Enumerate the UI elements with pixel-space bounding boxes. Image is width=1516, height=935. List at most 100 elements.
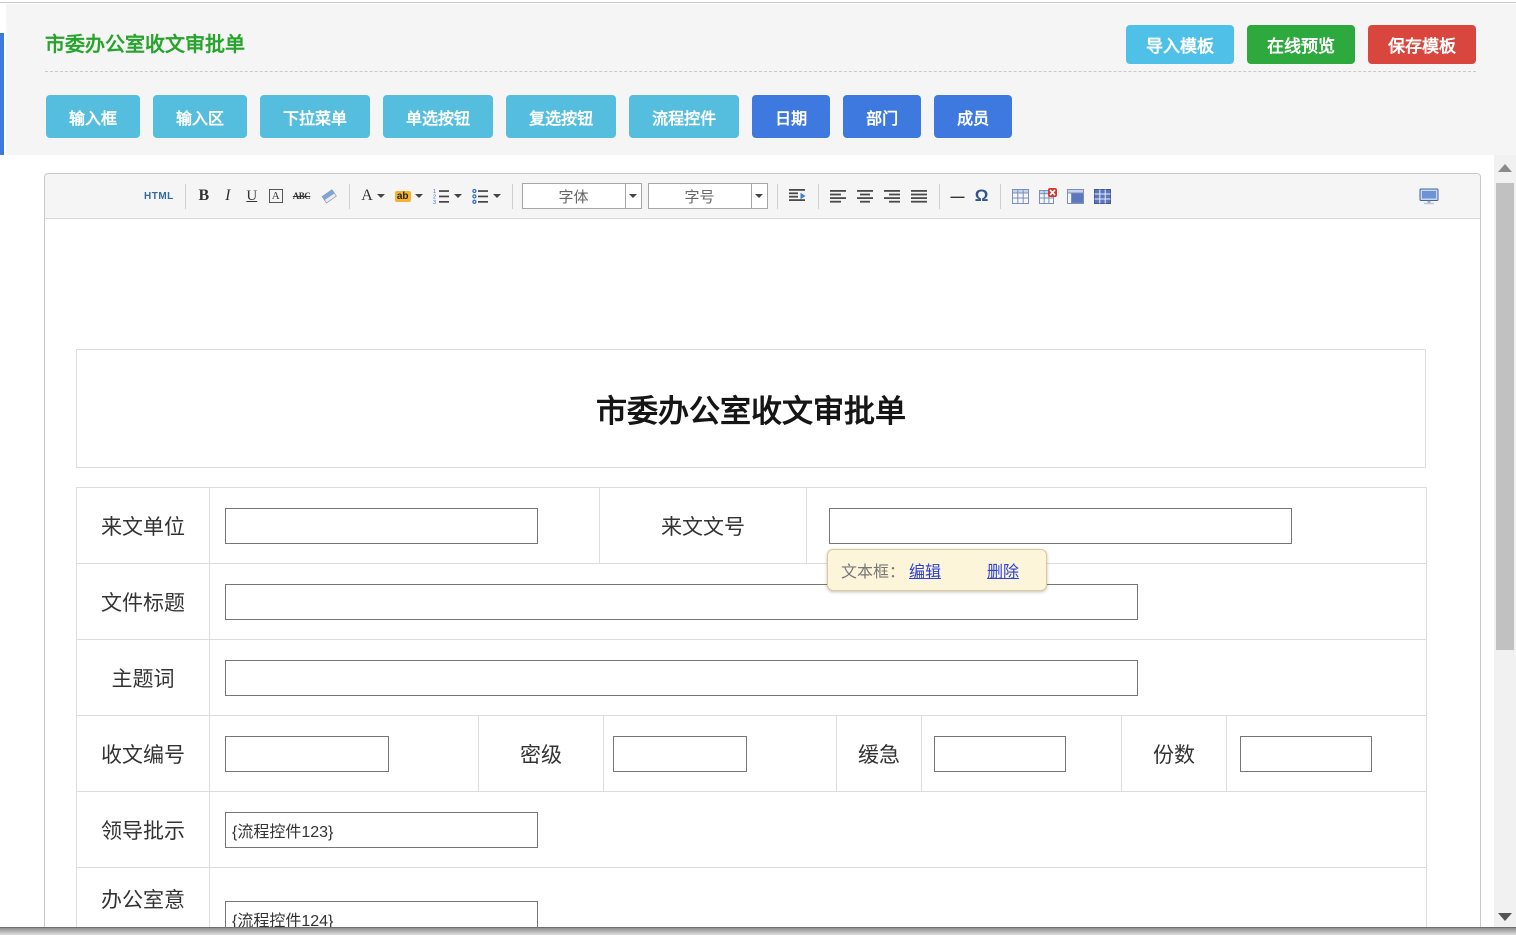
table-row: 主题词 [77,640,1427,716]
left-edge-fragment [0,33,4,155]
align-left-icon[interactable] [825,182,852,210]
chevron-down-icon [377,194,385,198]
unordered-list-icon[interactable] [467,182,506,210]
control-buttons: 输入框 输入区 下拉菜单 单选按钮 复选按钮 流程控件 日期 部门 成员 [46,95,1012,138]
form-title-box: 市委办公室收文审批单 [76,349,1426,468]
table-row: 领导批示 [77,792,1427,868]
tooltip-label: 文本框： [841,558,905,582]
label-leader-instructions: 领导批示 [77,792,210,868]
member-button[interactable]: 成员 [934,95,1012,138]
import-template-button[interactable]: 导入模板 [1126,25,1234,64]
scrollbar-thumb[interactable] [1496,183,1514,650]
receipt-number-input[interactable] [225,736,389,772]
label-secrecy-level: 密级 [479,716,604,792]
department-button[interactable]: 部门 [843,95,921,138]
align-center-icon[interactable] [852,182,879,210]
font-size-select[interactable]: 字号 [648,183,768,209]
toolbar-separator [185,184,186,209]
label-source-unit: 来文单位 [77,488,210,564]
toolbar-separator [349,184,350,209]
dropdown-button[interactable]: 下拉菜单 [260,95,370,138]
special-character-icon[interactable]: Ω [970,182,994,210]
cell-leader-instructions [210,792,1427,868]
table-row: 办公室意 [77,868,1427,935]
html-source-icon[interactable]: HTML [139,182,179,210]
cell-receipt-number [210,716,479,792]
page-title: 市委办公室收文审批单 [45,28,245,57]
insert-table-icon[interactable] [1007,182,1034,210]
strikethrough-icon[interactable]: ABC [288,182,316,210]
flow-control-button[interactable]: 流程控件 [629,95,739,138]
input-box-button[interactable]: 输入框 [46,95,140,138]
bottom-edge-bar [0,927,1516,935]
editor-content[interactable]: 市委办公室收文审批单 来文单位 来文文号 文件标题 [45,219,1480,935]
online-preview-button[interactable]: 在线预览 [1247,25,1355,64]
table-row: 文件标题 [77,564,1427,640]
input-area-button[interactable]: 输入区 [153,95,247,138]
cell-subject-words [210,640,1427,716]
toolbar-separator [1000,184,1001,209]
label-document-title: 文件标题 [77,564,210,640]
align-justify-icon[interactable] [906,182,933,210]
scroll-up-arrow-icon[interactable] [1498,164,1512,172]
font-family-select[interactable]: 字体 [522,183,642,209]
subject-words-input[interactable] [225,660,1138,696]
toolbar-separator [777,184,778,209]
chevron-down-icon [625,184,641,208]
horizontal-rule-icon[interactable]: — [946,182,970,210]
urgency-input[interactable] [934,736,1066,772]
document-number-input[interactable] [829,508,1292,544]
font-attribute-icon[interactable]: A [264,182,288,210]
cell-copies [1227,716,1427,792]
chevron-down-icon [415,194,423,198]
font-color-icon[interactable]: A [356,182,390,210]
bold-icon[interactable]: B [192,182,216,210]
dashed-divider [45,71,1476,72]
date-button[interactable]: 日期 [752,95,830,138]
rich-text-editor: HTML B I U A ABC A ab 123 字体 [44,173,1481,935]
secrecy-level-input[interactable] [613,736,747,772]
header: 市委办公室收文审批单 导入模板 在线预览 保存模板 输入框 输入区 下拉菜单 单… [6,4,1516,155]
header-actions: 导入模板 在线预览 保存模板 [1126,25,1476,64]
editor-toolbar: HTML B I U A ABC A ab 123 字体 [45,174,1480,219]
table-cell-props-icon[interactable] [1089,182,1116,210]
cell-office-opinion [210,868,1427,935]
radio-button[interactable]: 单选按钮 [383,95,493,138]
cell-urgency [922,716,1122,792]
chevron-down-icon [454,194,462,198]
cell-source-unit [210,488,600,564]
scroll-down-arrow-icon[interactable] [1498,913,1512,921]
svg-text:3: 3 [433,200,436,204]
label-document-number: 来文文号 [600,488,807,564]
checkbox-button[interactable]: 复选按钮 [506,95,616,138]
label-urgency: 缓急 [837,716,922,792]
chevron-down-icon [493,194,501,198]
fullscreen-monitor-icon[interactable] [1414,182,1444,210]
indent-icon[interactable] [784,182,812,210]
delete-table-icon[interactable] [1034,182,1062,210]
eraser-icon[interactable] [315,182,343,210]
page: 市委办公室收文审批单 导入模板 在线预览 保存模板 输入框 输入区 下拉菜单 单… [0,0,1516,935]
source-unit-input[interactable] [225,508,538,544]
toolbar-separator [818,184,819,209]
toolbar-separator [512,184,513,209]
delete-link[interactable]: 删除 [987,558,1019,582]
edit-link[interactable]: 编辑 [909,558,941,582]
label-copies: 份数 [1122,716,1227,792]
vertical-scrollbar[interactable] [1494,155,1516,935]
textbox-tooltip: 文本框： 编辑 删除 [827,549,1047,591]
leader-instructions-input[interactable] [225,812,538,848]
copies-input[interactable] [1240,736,1372,772]
top-divider [0,2,1516,3]
chevron-down-icon [751,184,767,208]
save-template-button[interactable]: 保存模板 [1368,25,1476,64]
italic-icon[interactable]: I [216,182,240,210]
merge-cells-icon[interactable] [1062,182,1089,210]
align-right-icon[interactable] [879,182,906,210]
cell-secrecy-level [604,716,837,792]
underline-icon[interactable]: U [240,182,264,210]
ordered-list-icon[interactable]: 123 [428,182,467,210]
label-receipt-number: 收文编号 [77,716,210,792]
label-office-opinion: 办公室意 [77,868,210,935]
highlight-color-icon[interactable]: ab [390,182,428,210]
